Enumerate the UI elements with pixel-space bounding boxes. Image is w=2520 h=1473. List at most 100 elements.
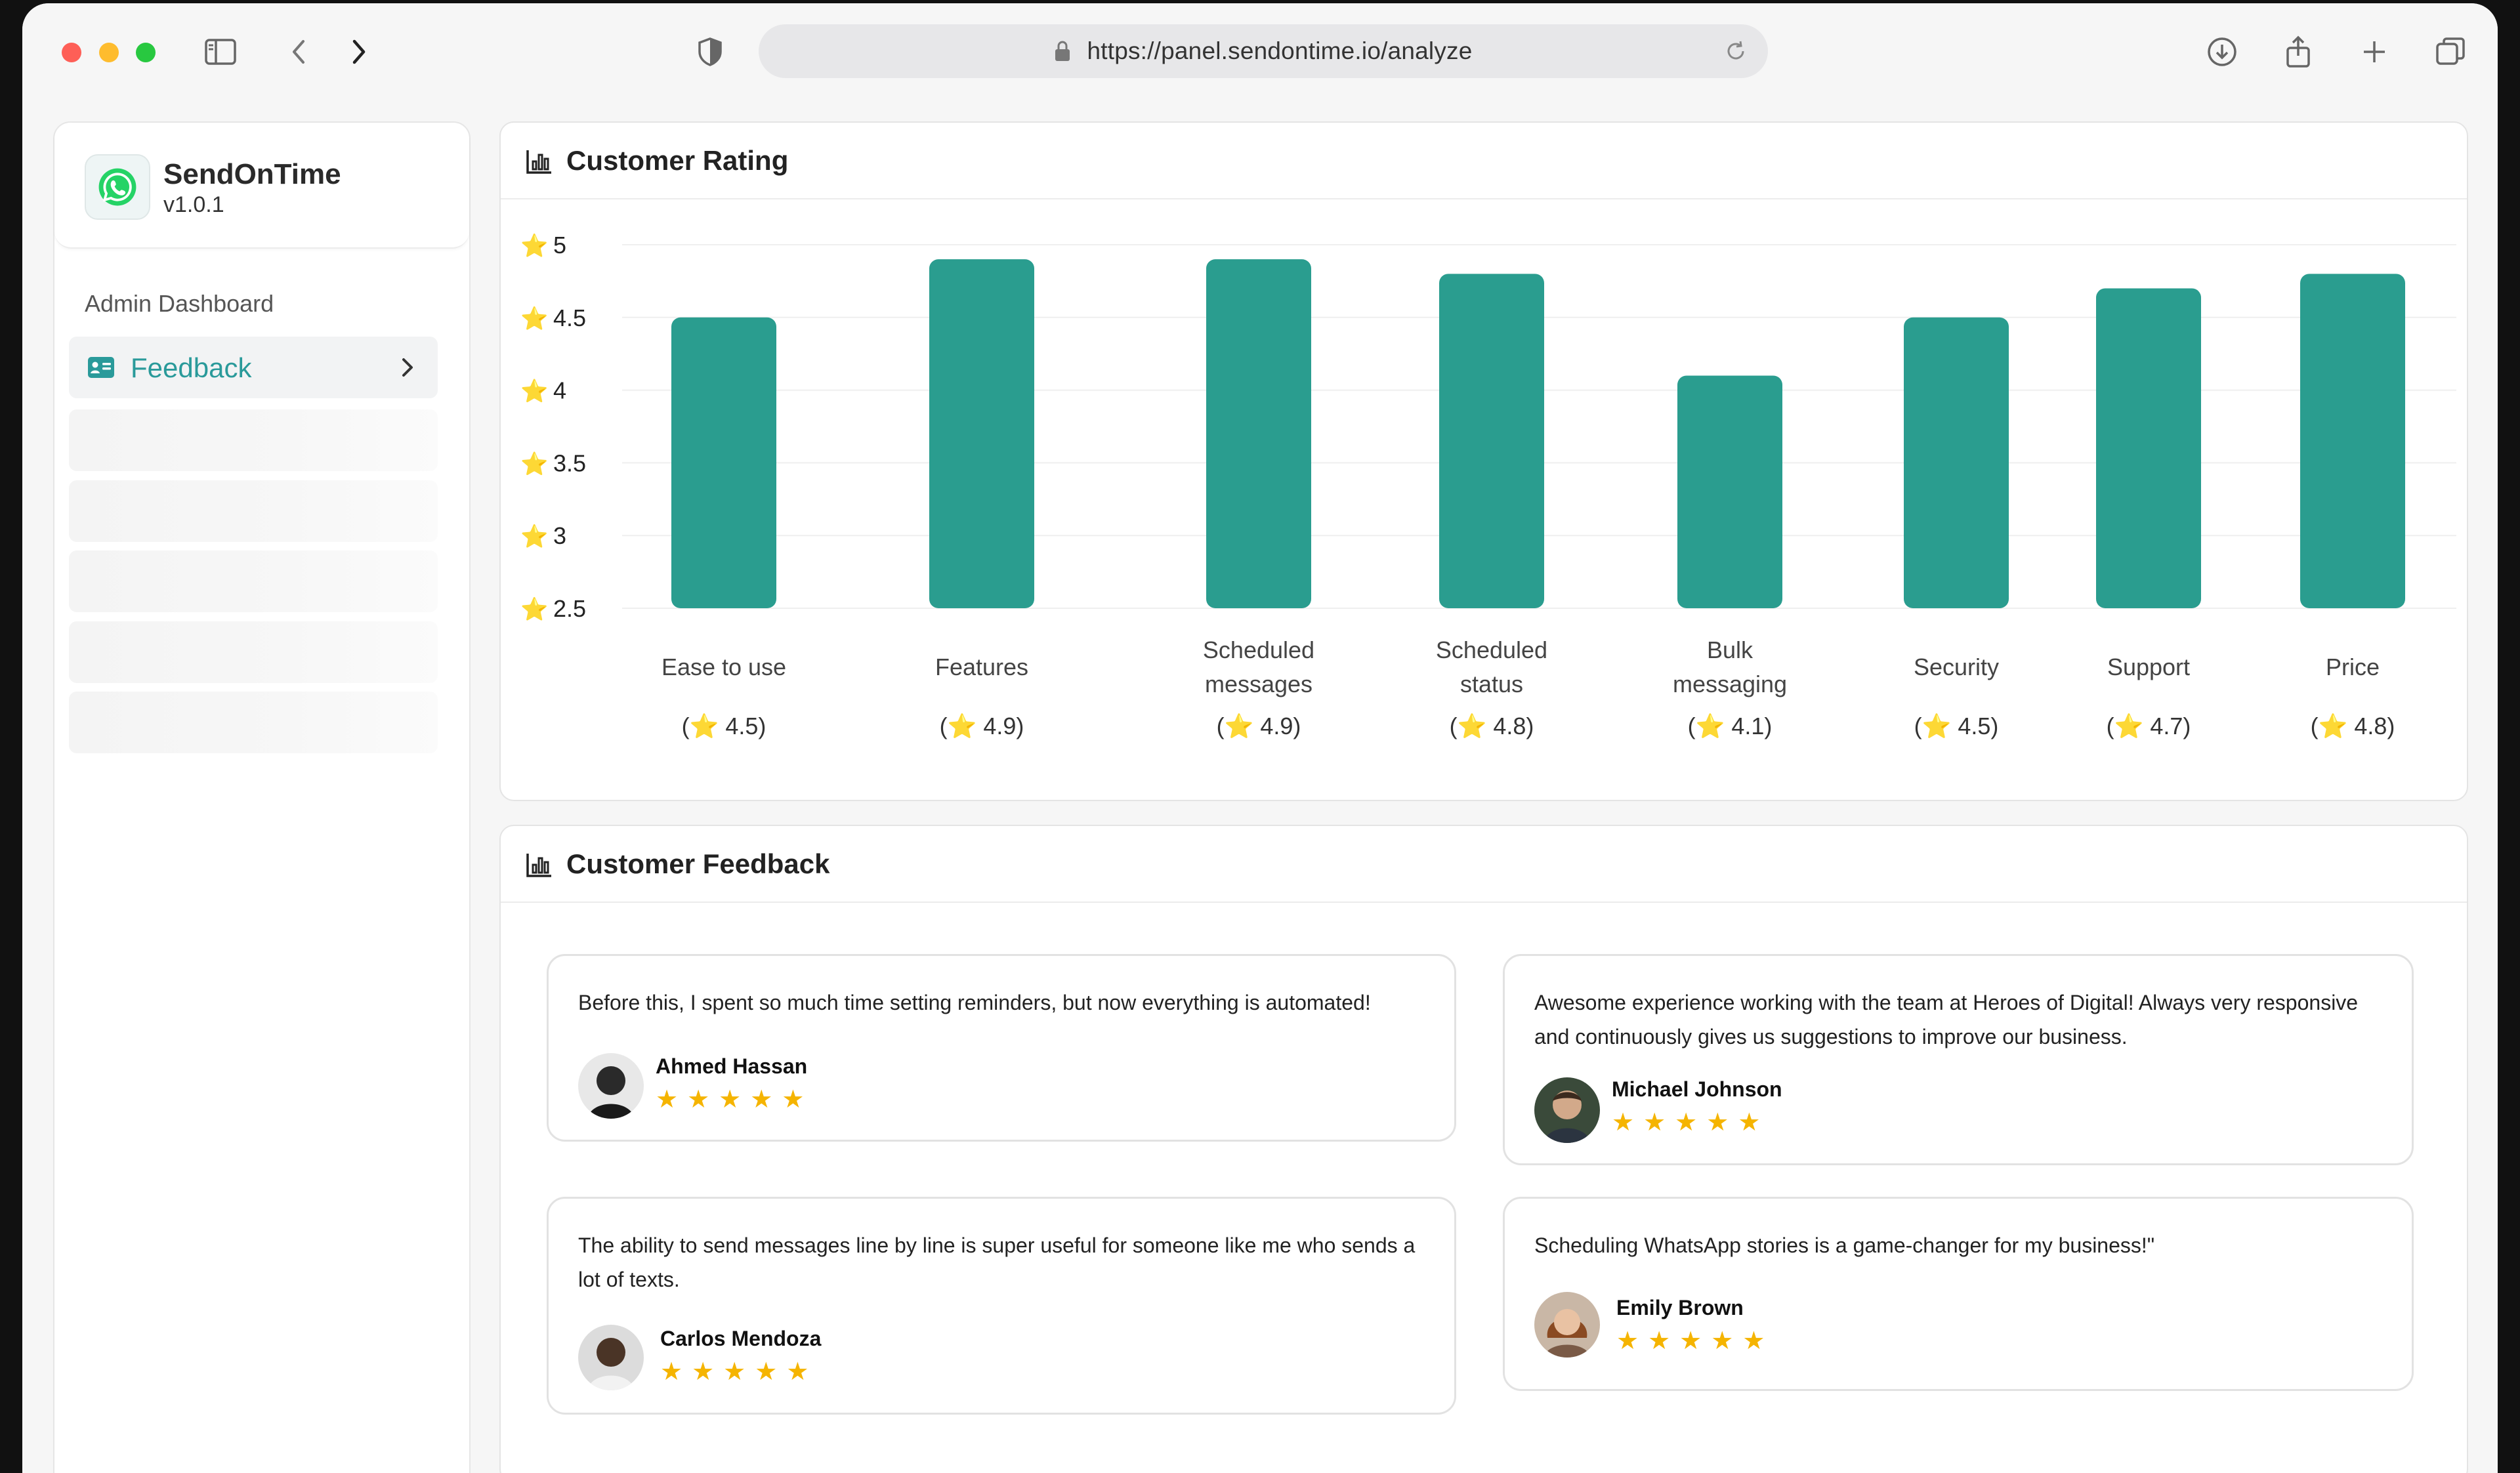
close-window-button[interactable] (62, 43, 81, 62)
feedback-card: Awesome experience working with the team… (1503, 954, 2414, 1165)
shield-icon[interactable] (689, 31, 731, 73)
feedback-quote: Before this, I spent so much time settin… (578, 991, 1371, 1014)
brand-header: SendOnTime v1.0.1 (54, 123, 469, 249)
feedback-card: Scheduling WhatsApp stories is a game-ch… (1503, 1197, 2414, 1391)
customer-feedback-panel: Customer Feedback Before this, I spent s… (499, 825, 2468, 1473)
reviewer-name: Emily Brown (1616, 1296, 1744, 1319)
avatar (1534, 1077, 1600, 1143)
category-label: Features (935, 654, 1028, 680)
bar (1206, 259, 1311, 608)
star-icon: ★ (719, 1086, 742, 1113)
panel-header: Customer Feedback (501, 826, 2467, 903)
panel-title: Customer Feedback (566, 848, 830, 879)
bar (2096, 288, 2201, 608)
star-icon: ⭐ (520, 596, 548, 622)
star-icon: ★ (1643, 1109, 1666, 1136)
minimize-window-button[interactable] (99, 43, 119, 62)
star-icon: ★ (750, 1086, 773, 1113)
star-icon: ★ (1711, 1327, 1734, 1355)
star-icon: ⭐ (520, 233, 548, 259)
share-icon[interactable] (2277, 31, 2319, 73)
contact-card-icon (88, 357, 114, 378)
star-icon: ★ (755, 1358, 778, 1386)
sidebar-toggle-icon[interactable] (200, 31, 242, 73)
sidebar: SendOnTime v1.0.1 Admin Dashboard Feedba… (53, 121, 471, 1473)
skeleton-item (69, 480, 438, 542)
bar (1904, 317, 2009, 608)
feedback-quote: Scheduling WhatsApp stories is a game-ch… (1534, 1234, 2155, 1257)
value-label: (⭐ 4.1) (1688, 713, 1773, 739)
bar-chart-icon (526, 854, 551, 877)
star-icon: ★ (1706, 1109, 1729, 1136)
star-icon: ★ (687, 1086, 710, 1113)
browser-toolbar: https://panel.sendontime.io/analyze (22, 3, 2498, 102)
star-icon: ★ (1616, 1327, 1639, 1355)
star-icon: ★ (1679, 1327, 1702, 1355)
chevron-right-icon (402, 358, 413, 377)
star-rating: ★ ★ ★ ★ ★ (656, 1087, 804, 1112)
star-icon: ★ (782, 1086, 805, 1113)
bar (1439, 274, 1544, 608)
star-icon: ★ (656, 1086, 679, 1113)
star-rating: ★ ★ ★ ★ ★ (1616, 1329, 1765, 1354)
download-icon[interactable] (2201, 31, 2243, 73)
star-icon: ⭐ (520, 306, 548, 331)
bar (671, 317, 776, 608)
star-icon: ★ (1612, 1109, 1635, 1136)
whatsapp-logo-icon (85, 154, 150, 220)
category-label: Support (2107, 654, 2190, 680)
new-tab-icon[interactable] (2353, 31, 2395, 73)
category-label: Security (1914, 654, 1999, 680)
star-icon: ⭐ (520, 451, 548, 476)
value-label: (⭐ 4.5) (682, 713, 766, 739)
maximize-window-button[interactable] (136, 43, 156, 62)
star-icon: ★ (1675, 1109, 1698, 1136)
category-label: Bulk messaging (1673, 636, 1787, 697)
star-rating: ★ ★ ★ ★ ★ (1612, 1110, 1760, 1135)
avatar (578, 1053, 644, 1119)
star-icon: ★ (1738, 1109, 1761, 1136)
y-tick-label: 3.5 (553, 449, 586, 476)
y-tick-label: 3 (553, 522, 566, 549)
feedback-card: The ability to send messages line by lin… (547, 1197, 1456, 1415)
sidebar-section-label: Admin Dashboard (85, 290, 274, 317)
avatar (1534, 1292, 1600, 1358)
value-label: (⭐ 4.8) (2311, 713, 2395, 739)
brand-name: SendOnTime (163, 158, 341, 190)
tabs-overview-icon[interactable] (2429, 31, 2471, 73)
feedback-card: Before this, I spent so much time settin… (547, 954, 1456, 1142)
value-label: (⭐ 4.8) (1450, 713, 1534, 739)
forward-arrow-icon[interactable] (337, 31, 379, 73)
feedback-quote: Awesome experience working with the team… (1534, 991, 2359, 1048)
skeleton-item (69, 621, 438, 683)
back-arrow-icon[interactable] (278, 31, 320, 73)
category-label: Scheduled messages (1203, 636, 1314, 697)
y-tick-label: 5 (553, 232, 566, 259)
category-label: Price (2326, 654, 2380, 680)
star-icon: ★ (692, 1358, 715, 1386)
value-label: (⭐ 4.9) (940, 713, 1024, 739)
y-tick-label: 4.5 (553, 304, 586, 331)
value-label: (⭐ 4.7) (2107, 713, 2191, 739)
rating-bar-chart: ⭐ 5⭐ 4.5⭐ 4⭐ 3.5⭐ 3⭐ 2.5Ease to use(⭐ 4.5)Feat… (520, 232, 2456, 739)
reviewer-name: Michael Johnson (1612, 1077, 1782, 1101)
customer-rating-panel: Customer Rating ⭐ 5 ⭐ 4.5 ⭐ 4 ⭐ 3.5 ⭐ 3 ⭐ 2.5 Ease t… (499, 121, 2468, 801)
bar (1677, 375, 1782, 608)
feedback-quote: The ability to send messages line by lin… (578, 1234, 1416, 1291)
y-tick-label: 2.5 (553, 595, 586, 622)
star-icon: ⭐ (520, 524, 548, 549)
address-bar[interactable]: https://panel.sendontime.io/analyze (759, 24, 1768, 78)
brand-version: v1.0.1 (163, 192, 224, 217)
sidebar-item-feedback[interactable]: Feedback (69, 337, 438, 398)
reload-icon[interactable] (1721, 36, 1751, 66)
category-label: Scheduled status (1436, 636, 1547, 697)
star-icon: ★ (1648, 1327, 1671, 1355)
url-text: https://panel.sendontime.io/analyze (1087, 37, 1473, 64)
star-icon: ⭐ (520, 379, 548, 404)
skeleton-item (69, 550, 438, 612)
reviewer-name: Ahmed Hassan (656, 1054, 808, 1078)
lock-icon (1055, 41, 1070, 61)
sidebar-item-label: Feedback (131, 352, 252, 383)
star-icon: ★ (723, 1358, 746, 1386)
category-label: Ease to use (662, 654, 786, 680)
